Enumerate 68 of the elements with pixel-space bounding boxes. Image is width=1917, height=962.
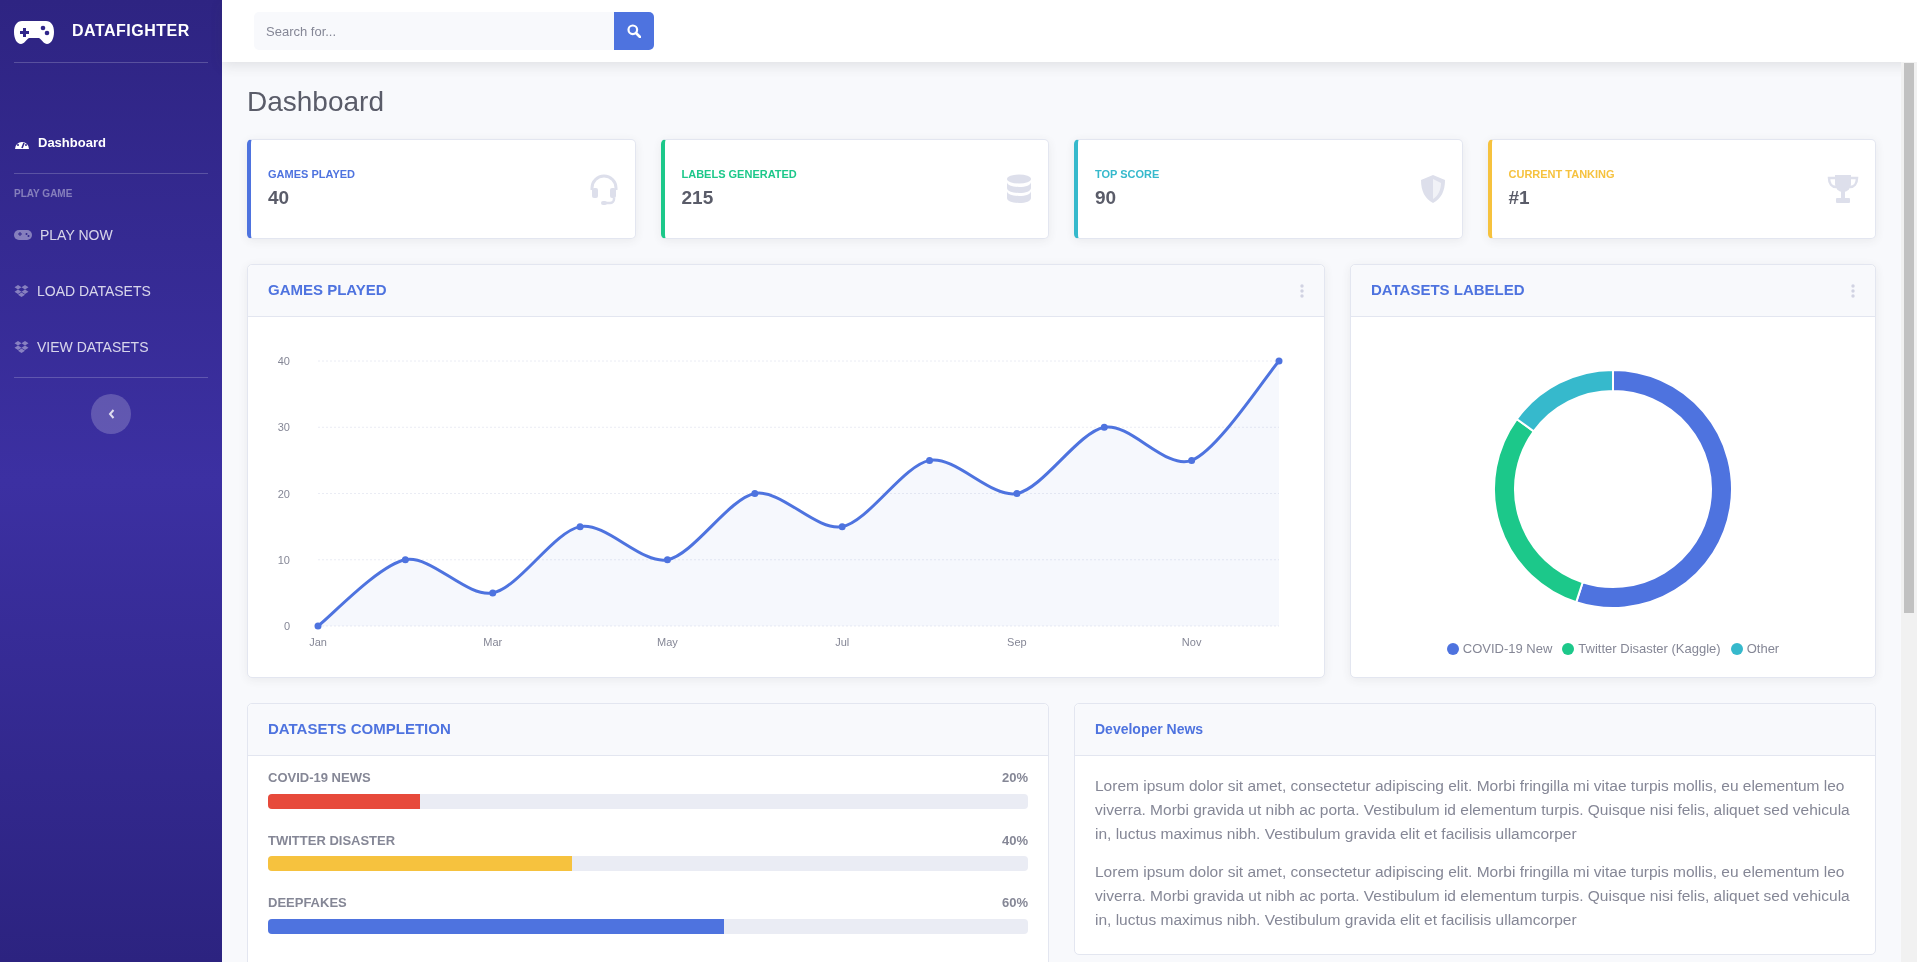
data-point [401,556,409,564]
search-icon [627,24,641,38]
legend-label: Other [1746,640,1780,658]
chevron-left-icon [107,409,115,419]
shield-icon [1419,174,1446,204]
sidebar-item[interactable]: PLAY NOW [14,207,208,263]
data-point [663,556,671,564]
progress-value: 40% [1001,831,1028,850]
stat-value: #1 [1508,186,1531,210]
boxes-icon [14,340,29,354]
news-paragraph: Lorem ipsum dolor sit amet, consectetur adipiscing elit. Morbi fringilla mi vitae turpis mollis, eu elementum leo viverra. Morbi gravida ut nibh ac porta. Vestibulum id elementum turpis. Quisque nisi felis, aliquet sed vehicula in, luctus maximus nibh. Vestibulum gravida elit et facilisis ullamcorper [1095,776,1851,844]
stat-label: GAMES PLAYED [268,166,355,182]
sidebar-item[interactable]: LOAD DATASETS [14,263,208,319]
y-axis-label: 10 [277,553,290,566]
stat-value: 40 [268,186,291,210]
more-options-icon[interactable] [1300,283,1304,298]
gamepad-icon [14,230,32,240]
trophy-icon [1827,174,1859,204]
progress-label: DEEPFAKES [268,894,347,912]
progress-value: 20% [1001,769,1028,787]
sidebar-item[interactable]: Dashboard [14,115,208,171]
sidebar-heading: PLAY GAME [14,187,74,201]
x-axis-label: Nov [1181,636,1202,648]
stat-label: CURRENT TANKING [1508,166,1615,182]
data-point [1188,456,1196,464]
stat-value: 90 [1095,186,1118,210]
stat-label: LABELS GENERATED [681,166,797,182]
legend-label: COVID-19 New [1462,640,1553,658]
legend-label: Twitter Disaster (Kaggle) [1578,640,1721,658]
news-paragraph: Lorem ipsum dolor sit amet, consectetur adipiscing elit. Morbi fringilla mi vitae turpis mollis, eu elementum leo viverra. Morbi gravida ut nibh ac porta. Vestibulum id elementum turpis. Quisque nisi felis, aliquet sed vehicula in, luctus maximus nibh. Vestibulum gravida elit et facilisis ullamcorper [1095,862,1851,930]
data-point [926,456,934,464]
y-axis-label: 30 [277,421,290,434]
boxes-icon [14,284,29,298]
brand-name[interactable]: DATAFIGHTER [72,19,190,43]
x-axis-label: Jul [835,636,850,648]
page-title: Dashboard [247,85,385,119]
x-axis-label: Mar [483,636,503,648]
y-axis-label: 20 [277,487,290,500]
sidebar-item[interactable]: VIEW DATASETS [14,319,208,375]
data-point [1100,423,1108,431]
progress-label: COVID-19 NEWS [268,769,371,787]
card-title: DATASETS COMPLETION [268,719,451,740]
search-field[interactable]: Search for... [254,12,614,50]
stat-value: 215 [681,186,715,210]
headset-icon [588,173,619,205]
sidebar-toggle-button[interactable] [91,394,131,434]
data-point [1275,357,1283,365]
scrollbar[interactable] [1901,62,1917,962]
data-point [576,523,584,531]
x-axis-label: May [657,636,678,648]
data-point [489,589,497,597]
x-axis-label: Jan [309,636,327,648]
y-axis-label: 40 [277,355,290,367]
data-point [838,523,846,531]
card-title: Developer News [1095,720,1204,739]
card-title: DATASETS LABELED [1371,280,1525,301]
card-title: GAMES PLAYED [268,280,387,301]
more-options-icon[interactable] [1851,283,1855,298]
data-point [314,622,322,630]
stat-label: TOP SCORE [1095,166,1160,182]
progress-value: 60% [1001,894,1028,912]
data-point [1013,490,1021,497]
search-button[interactable] [614,12,654,50]
x-axis-label: Sep [1007,636,1027,648]
y-axis-label: 0 [283,620,290,632]
database-icon [1006,174,1032,204]
data-point [751,490,759,497]
progress-label: TWITTER DISASTER [268,831,396,850]
